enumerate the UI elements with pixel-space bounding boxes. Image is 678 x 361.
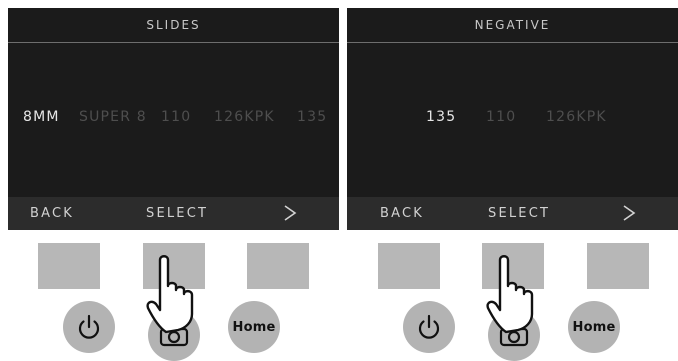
right-soft-key[interactable]: [247, 243, 309, 289]
option-126kpk[interactable]: 126KPK: [546, 102, 607, 132]
next-arrow-icon[interactable]: [280, 203, 300, 223]
option-110[interactable]: 110: [486, 102, 516, 132]
next-arrow-icon[interactable]: [619, 203, 639, 223]
film-type-options: 8MM SUPER 8 110 126KPK 135: [8, 102, 339, 132]
select-button[interactable]: SELECT: [488, 197, 550, 230]
back-button[interactable]: BACK: [30, 197, 74, 230]
option-135[interactable]: 135: [297, 102, 327, 132]
power-icon: [418, 314, 440, 339]
select-button[interactable]: SELECT: [146, 197, 208, 230]
option-110[interactable]: 110: [161, 102, 191, 132]
power-button[interactable]: [403, 301, 455, 353]
left-soft-key[interactable]: [378, 243, 440, 289]
bottom-bar: BACK SELECT: [8, 197, 339, 230]
option-126kpk[interactable]: 126KPK: [214, 102, 275, 132]
home-button[interactable]: Home: [568, 301, 620, 353]
screen-title-bar: SLIDES: [8, 8, 339, 43]
negative-screen: NEGATIVE 135 110 126KPK BACK SELECT: [347, 8, 678, 230]
option-135[interactable]: 135: [426, 102, 456, 132]
home-label: Home: [232, 319, 276, 335]
back-button[interactable]: BACK: [380, 197, 424, 230]
screen-title-bar: NEGATIVE: [347, 8, 678, 43]
pointing-hand-icon: [146, 255, 194, 334]
power-button[interactable]: [63, 301, 115, 353]
right-soft-key[interactable]: [587, 243, 649, 289]
power-icon: [78, 314, 100, 339]
screen-title: SLIDES: [146, 18, 201, 32]
home-button[interactable]: Home: [228, 301, 280, 353]
home-label: Home: [572, 319, 616, 335]
pointing-hand-icon: [486, 255, 534, 334]
option-super-8[interactable]: SUPER 8: [79, 102, 147, 132]
bottom-bar: BACK SELECT: [347, 197, 678, 230]
film-type-options: 135 110 126KPK: [347, 102, 678, 132]
slides-screen: SLIDES 8MM SUPER 8 110 126KPK 135 BACK S…: [8, 8, 339, 230]
left-soft-key[interactable]: [38, 243, 100, 289]
option-8mm[interactable]: 8MM: [23, 102, 60, 132]
screen-title: NEGATIVE: [474, 18, 551, 32]
